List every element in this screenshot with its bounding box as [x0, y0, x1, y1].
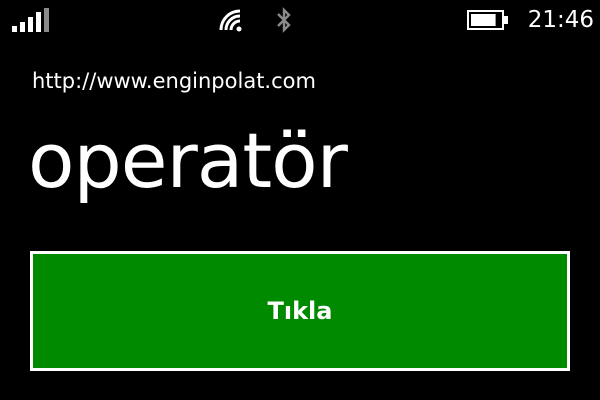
bluetooth-icon: [277, 7, 291, 33]
status-bar: 21:46: [0, 0, 600, 40]
page-title: operatör: [28, 116, 348, 205]
wifi-icon: [219, 9, 242, 32]
battery-icon: [467, 10, 508, 30]
status-time: 21:46: [527, 7, 594, 33]
signal-strength-icon: [12, 8, 49, 32]
tikla-button[interactable]: Tıkla: [30, 251, 570, 371]
app-url: http://www.enginpolat.com: [32, 69, 316, 93]
